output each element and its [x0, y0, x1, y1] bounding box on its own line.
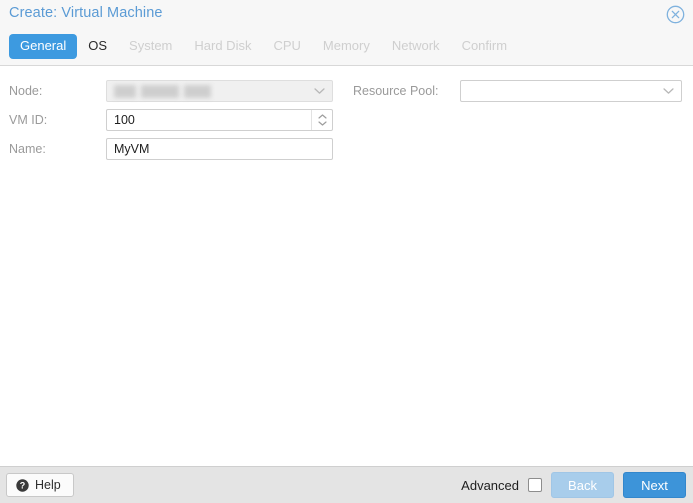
form-column-right: Resource Pool:: [353, 80, 683, 109]
create-vm-dialog: Create: Virtual Machine General OS Syste…: [0, 0, 693, 503]
wizard-tabbar: General OS System Hard Disk CPU Memory N…: [0, 29, 693, 66]
field-node: Node:: [9, 80, 339, 102]
dialog-body: Node: VM ID: 100 Name: MyVM Resource Poo…: [0, 66, 693, 466]
help-button[interactable]: ? Help: [6, 473, 74, 497]
chevron-down-icon: [314, 88, 325, 95]
tab-memory: Memory: [322, 38, 370, 53]
page-title: Create: Virtual Machine: [9, 5, 163, 21]
close-icon[interactable]: [665, 4, 686, 25]
footer-actions: Advanced Back Next: [461, 472, 686, 498]
resource-pool-select[interactable]: [460, 80, 682, 102]
field-vmid: VM ID: 100: [9, 109, 339, 131]
field-name: Name: MyVM: [9, 138, 339, 160]
form-column-left: Node: VM ID: 100 Name: MyVM: [9, 80, 339, 167]
tab-hard-disk: Hard Disk: [194, 38, 252, 53]
advanced-label: Advanced: [461, 477, 519, 493]
node-label: Node:: [9, 84, 43, 98]
node-value-redacted: [114, 85, 211, 98]
help-button-label: Help: [35, 478, 61, 492]
svg-text:?: ?: [20, 480, 26, 490]
tab-general[interactable]: General: [9, 34, 78, 59]
next-button[interactable]: Next: [623, 472, 686, 498]
tab-network: Network: [391, 38, 440, 53]
advanced-checkbox[interactable]: [528, 478, 542, 492]
spinner-updown-icon[interactable]: [311, 110, 332, 130]
field-resource-pool: Resource Pool:: [353, 80, 683, 102]
chevron-down-icon: [663, 88, 674, 95]
vmid-input[interactable]: 100: [107, 113, 135, 127]
dialog-footer: ? Help Advanced Back Next: [0, 466, 693, 503]
tab-system: System: [129, 38, 173, 53]
vmid-input-wrapper[interactable]: 100: [106, 109, 333, 131]
tab-os[interactable]: OS: [77, 34, 118, 59]
node-select[interactable]: [106, 80, 333, 102]
tab-cpu: CPU: [273, 38, 301, 53]
dialog-titlebar: Create: Virtual Machine: [0, 0, 693, 29]
wizard-tabs: General OS System Hard Disk CPU Memory N…: [9, 34, 518, 59]
resource-pool-label: Resource Pool:: [353, 84, 439, 98]
tab-confirm: Confirm: [461, 38, 508, 53]
question-circle-icon: ?: [16, 478, 29, 492]
vmid-label: VM ID:: [9, 113, 48, 127]
name-label: Name:: [9, 142, 46, 156]
back-button: Back: [551, 472, 614, 498]
name-input[interactable]: MyVM: [107, 142, 149, 156]
name-input-wrapper[interactable]: MyVM: [106, 138, 333, 160]
